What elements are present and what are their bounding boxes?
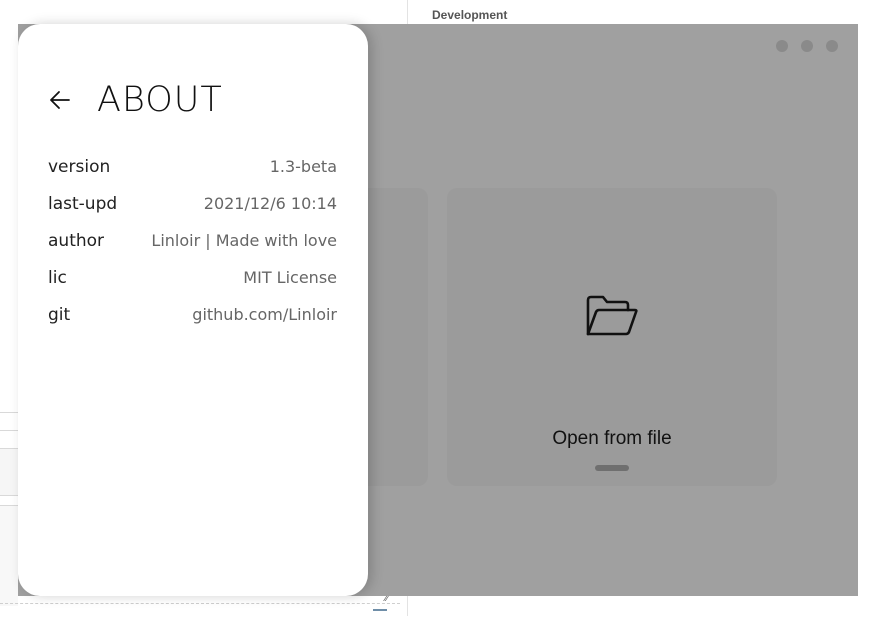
about-info-list: version 1.3-beta last-upd 2021/12/6 10:1… [48,148,337,333]
info-value: 1.3-beta [269,157,337,176]
info-key: version [48,156,111,177]
info-key: git [48,304,71,325]
divider-line [0,430,18,431]
info-value: Linloir | Made with love [151,231,337,250]
window-controls [776,40,838,52]
about-panel: ABOUT version 1.3-beta last-upd 2021/12/… [18,24,368,596]
window-dot-icon[interactable] [826,40,838,52]
window-dot-icon[interactable] [801,40,813,52]
app-card[interactable] [358,188,428,486]
card-indicator-bar [595,465,629,471]
about-title: ABOUT [97,80,223,120]
divider-line [0,412,18,413]
info-key: lic [48,267,67,288]
info-row-author: author Linloir | Made with love [48,222,337,259]
info-key: last-upd [48,193,118,214]
development-tab-label[interactable]: Development [432,8,507,22]
info-row-license: lic MIT License [48,259,337,296]
background-panel [0,448,18,496]
info-row-git: git github.com/Linloir [48,296,337,333]
info-row-last-updated: last-upd 2021/12/6 10:14 [48,185,337,222]
info-row-version: version 1.3-beta [48,148,337,185]
folder-open-icon [586,295,638,336]
background-panel [0,505,18,606]
window-dot-icon[interactable] [776,40,788,52]
info-value: 2021/12/6 10:14 [203,194,337,213]
bottom-divider [0,603,400,605]
arrow-left-icon[interactable] [48,88,72,112]
info-key: author [48,230,105,251]
git-link[interactable]: github.com/Linloir [192,305,337,324]
info-value: MIT License [243,268,337,287]
open-from-file-label: Open from file [552,428,672,449]
about-header: ABOUT [48,80,223,120]
open-from-file-card[interactable]: Open from file [447,188,777,486]
